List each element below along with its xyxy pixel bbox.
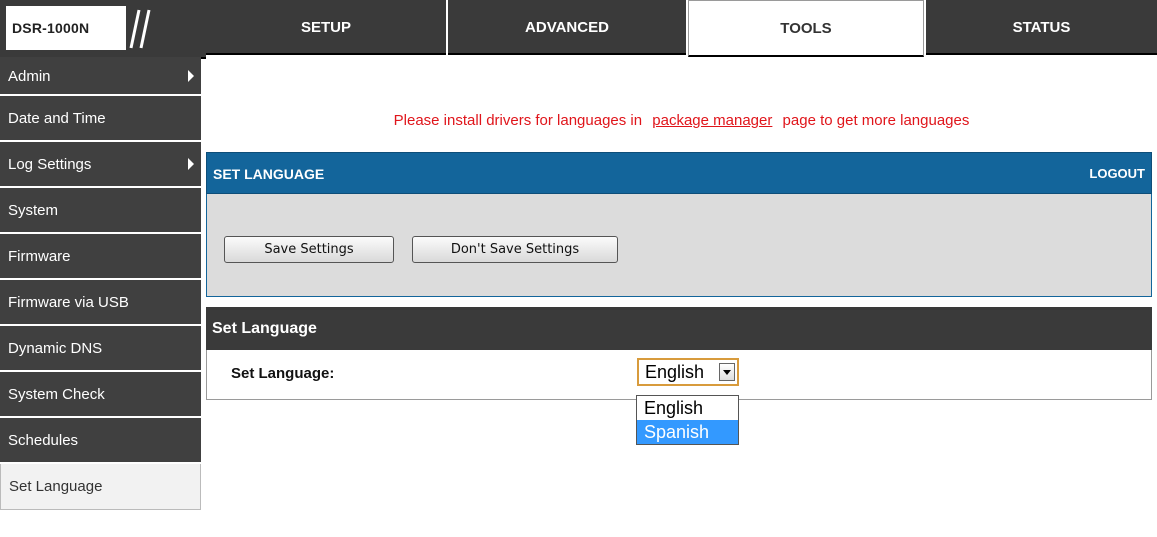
- sidebar: Admin Date and Time Log Settings System …: [0, 57, 201, 510]
- sidebar-item-label: System: [8, 202, 59, 219]
- logout-link[interactable]: LOGOUT: [1089, 153, 1145, 195]
- sidebar-item-log-settings[interactable]: Log Settings: [0, 142, 201, 188]
- sidebar-item-label: Firmware: [8, 248, 71, 265]
- set-language-panel-header: SET LANGUAGE LOGOUT: [206, 152, 1152, 194]
- tab-setup[interactable]: SETUP: [206, 0, 446, 55]
- sidebar-item-label: Date and Time: [8, 110, 106, 127]
- save-settings-button[interactable]: Save Settings: [224, 236, 394, 263]
- sidebar-item-dynamic-dns[interactable]: Dynamic DNS: [0, 326, 201, 372]
- language-dropdown-list: English Spanish: [636, 395, 739, 445]
- sidebar-item-admin[interactable]: Admin: [0, 57, 201, 96]
- tab-advanced[interactable]: ADVANCED: [448, 0, 686, 55]
- language-option-spanish[interactable]: Spanish: [637, 420, 738, 444]
- language-select[interactable]: English: [637, 358, 739, 386]
- logo-slash-icon: [129, 9, 151, 49]
- section-title: Set Language: [206, 307, 1152, 350]
- submenu-arrow-icon: [188, 158, 194, 170]
- panel-title: SET LANGUAGE: [213, 166, 325, 182]
- sidebar-item-schedules[interactable]: Schedules: [0, 418, 201, 464]
- package-manager-link[interactable]: package manager: [652, 112, 772, 129]
- notice-text-before: Please install drivers for languages in: [393, 112, 643, 129]
- sidebar-item-label: Admin: [8, 68, 51, 85]
- dont-save-settings-button[interactable]: Don't Save Settings: [412, 236, 618, 263]
- sidebar-item-set-language[interactable]: Set Language: [0, 464, 201, 510]
- language-select-value: English: [645, 362, 705, 382]
- submenu-arrow-icon: [188, 69, 194, 82]
- language-field-label: Set Language:: [231, 365, 335, 382]
- tab-status[interactable]: STATUS: [926, 0, 1157, 55]
- dropdown-arrow-icon[interactable]: [719, 363, 735, 381]
- top-navigation-bar: DSR-1000N SETUP ADVANCED TOOLS STATUS: [0, 0, 1157, 59]
- notice-text-after: page to get more languages: [782, 112, 970, 129]
- sidebar-item-label: Firmware via USB: [8, 294, 129, 311]
- sidebar-item-label: System Check: [8, 386, 105, 403]
- sidebar-item-date-and-time[interactable]: Date and Time: [0, 96, 201, 142]
- sidebar-item-label: Log Settings: [8, 156, 92, 173]
- model-name: DSR-1000N: [6, 6, 126, 50]
- brand-area: DSR-1000N: [0, 0, 206, 59]
- sidebar-item-firmware-via-usb[interactable]: Firmware via USB: [0, 280, 201, 326]
- sidebar-item-label: Dynamic DNS: [8, 340, 103, 357]
- settings-action-bar: Save Settings Don't Save Settings: [206, 194, 1152, 297]
- language-driver-notice: Please install drivers for languages in …: [206, 112, 1157, 129]
- sidebar-item-firmware[interactable]: Firmware: [0, 234, 201, 280]
- tab-tools[interactable]: TOOLS: [688, 0, 924, 57]
- sidebar-item-system[interactable]: System: [0, 188, 201, 234]
- set-language-section: Set Language: English: [206, 350, 1152, 400]
- sidebar-item-label: Schedules: [8, 432, 79, 449]
- language-option-english[interactable]: English: [637, 396, 738, 420]
- sidebar-item-system-check[interactable]: System Check: [0, 372, 201, 418]
- sidebar-item-label: Set Language: [9, 478, 103, 495]
